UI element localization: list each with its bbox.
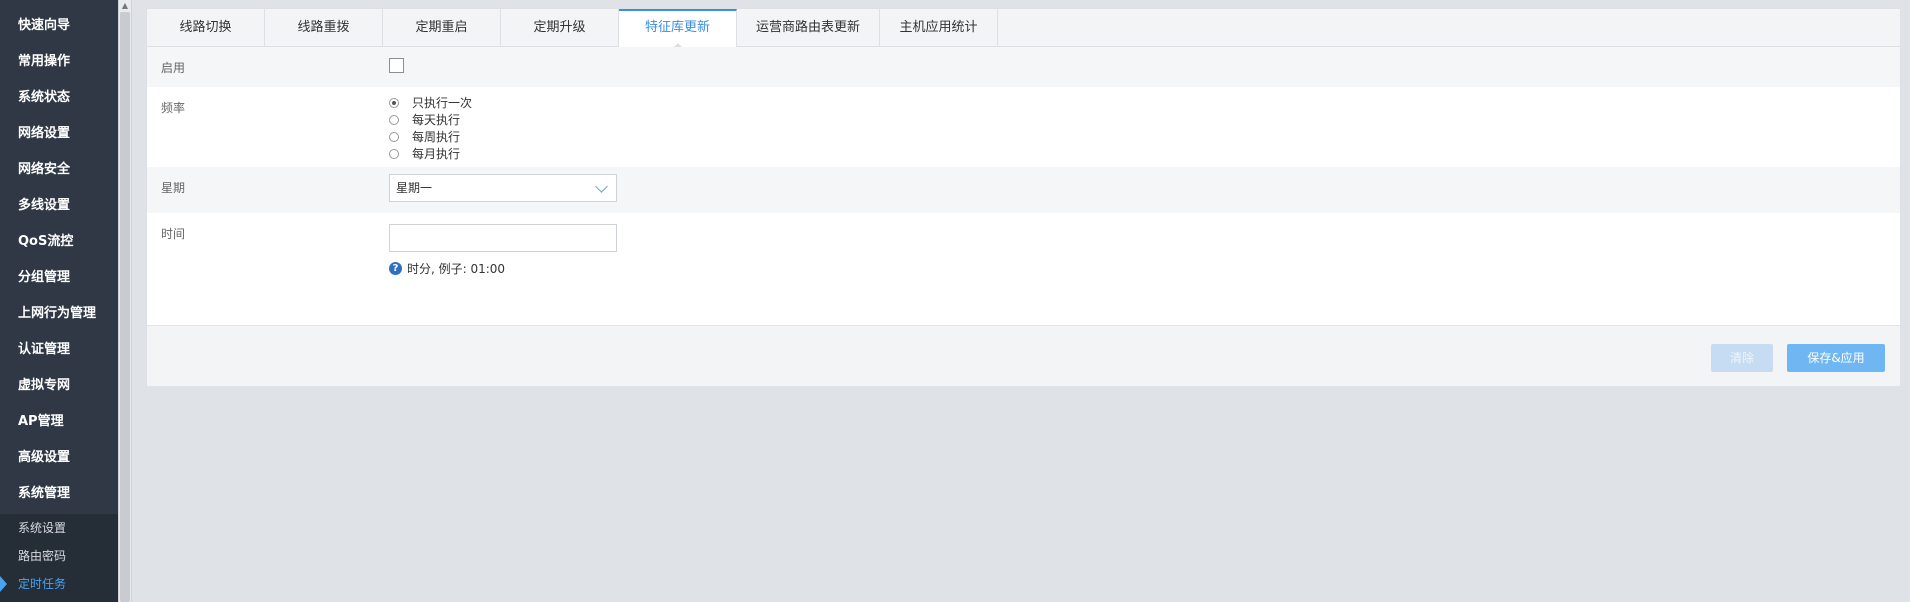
sidebar-item-common-ops[interactable]: 常用操作: [0, 44, 118, 80]
time-input[interactable]: [389, 224, 617, 252]
tab-line-redial[interactable]: 线路重拨: [265, 9, 383, 47]
radio-monthly[interactable]: [389, 148, 399, 159]
sidebar-item-group-management[interactable]: 分组管理: [0, 260, 118, 296]
time-hint-text: 时分, 例子: 01:00: [407, 262, 506, 276]
sidebar-item-ap-management[interactable]: AP管理: [0, 404, 118, 440]
frequency-option-daily[interactable]: 每天执行: [389, 111, 472, 128]
sidebar-subitem-system-settings[interactable]: 系统设置: [0, 514, 118, 542]
row-enable: 启用: [147, 47, 1900, 87]
frequency-label: 频率: [161, 101, 186, 115]
tab-label: 特征库更新: [644, 20, 710, 35]
week-select-value: 星期一: [396, 181, 433, 195]
save-apply-button[interactable]: 保存&应用: [1787, 344, 1885, 372]
form-footer: 清除 保存&应用: [147, 325, 1900, 386]
week-label: 星期: [161, 181, 186, 195]
clear-button[interactable]: 清除: [1711, 344, 1773, 372]
sidebar-item-network-settings[interactable]: 网络设置: [0, 116, 118, 152]
frequency-option-monthly[interactable]: 每月执行: [389, 145, 472, 162]
scrollbar-thumb[interactable]: [120, 12, 130, 602]
tab-bar: 线路切换 线路重拨 定期重启 定期升级 特征库更新 运营商路由表更新 主机应用统…: [147, 9, 1900, 49]
sidebar-item-quick-guide[interactable]: 快速向导: [0, 8, 118, 44]
enable-label: 启用: [161, 61, 186, 75]
time-hint: ? 时分, 例子: 01:00: [389, 260, 617, 277]
sidebar-subitem-scheduled-tasks[interactable]: 定时任务: [0, 570, 118, 598]
tab-scheduled-upgrade[interactable]: 定期升级: [501, 9, 619, 47]
radio-label: 每天执行: [412, 113, 461, 127]
sidebar-submenu: 系统设置 路由密码 定时任务: [0, 514, 118, 602]
sidebar: 快速向导 常用操作 系统状态 网络设置 网络安全 多线设置 QoS流控 分组管理…: [0, 0, 118, 602]
sidebar-item-multiline[interactable]: 多线设置: [0, 188, 118, 224]
week-field: 星期一: [389, 167, 617, 213]
time-field: ? 时分, 例子: 01:00: [389, 213, 617, 301]
enable-checkbox[interactable]: [389, 58, 404, 73]
main-panel: 线路切换 线路重拨 定期重启 定期升级 特征库更新 运营商路由表更新 主机应用统…: [146, 8, 1901, 386]
row-time: 时间 ? 时分, 例子: 01:00: [147, 213, 1900, 301]
sidebar-item-vpn[interactable]: 虚拟专网: [0, 368, 118, 404]
tab-signature-update[interactable]: 特征库更新: [619, 9, 737, 49]
sidebar-item-auth-management[interactable]: 认证管理: [0, 332, 118, 368]
app-window: 快速向导 常用操作 系统状态 网络设置 网络安全 多线设置 QoS流控 分组管理…: [0, 0, 1910, 602]
sidebar-item-qos[interactable]: QoS流控: [0, 224, 118, 260]
chevron-down-icon: [595, 180, 608, 193]
radio-label: 只执行一次: [412, 96, 473, 110]
radio-daily[interactable]: [389, 114, 399, 125]
tab-line-switch[interactable]: 线路切换: [147, 9, 265, 47]
sidebar-subitem-label: 定时任务: [18, 577, 67, 591]
sidebar-item-behavior-management[interactable]: 上网行为管理: [0, 296, 118, 332]
week-select[interactable]: 星期一: [389, 174, 617, 202]
sidebar-item-network-security[interactable]: 网络安全: [0, 152, 118, 188]
tab-scheduled-reboot[interactable]: 定期重启: [383, 9, 501, 47]
tab-host-app-stats[interactable]: 主机应用统计: [880, 9, 998, 47]
sidebar-item-advanced[interactable]: 高级设置: [0, 440, 118, 476]
row-frequency: 频率 只执行一次 每天执行 每周执行 每月执行: [147, 87, 1900, 167]
tab-isp-route-update[interactable]: 运营商路由表更新: [737, 9, 880, 47]
frequency-option-once[interactable]: 只执行一次: [389, 94, 472, 111]
vertical-scrollbar[interactable]: ▲: [118, 0, 132, 602]
sidebar-item-system-management[interactable]: 系统管理: [0, 476, 118, 512]
sidebar-item-system-status[interactable]: 系统状态: [0, 80, 118, 116]
enable-field: [389, 47, 404, 87]
scroll-up-arrow-icon[interactable]: ▲: [119, 0, 131, 12]
radio-once[interactable]: [389, 97, 399, 108]
question-icon: ?: [389, 262, 402, 275]
sidebar-subitem-router-password[interactable]: 路由密码: [0, 542, 118, 570]
time-label: 时间: [161, 227, 186, 241]
active-marker-icon: [0, 576, 7, 592]
sidebar-menu: 快速向导 常用操作 系统状态 网络设置 网络安全 多线设置 QoS流控 分组管理…: [0, 0, 118, 512]
radio-label: 每周执行: [412, 130, 461, 144]
frequency-option-weekly[interactable]: 每周执行: [389, 128, 472, 145]
radio-label: 每月执行: [412, 147, 461, 161]
radio-weekly[interactable]: [389, 131, 399, 142]
frequency-options: 只执行一次 每天执行 每周执行 每月执行: [389, 87, 472, 167]
row-week: 星期 星期一: [147, 167, 1900, 213]
